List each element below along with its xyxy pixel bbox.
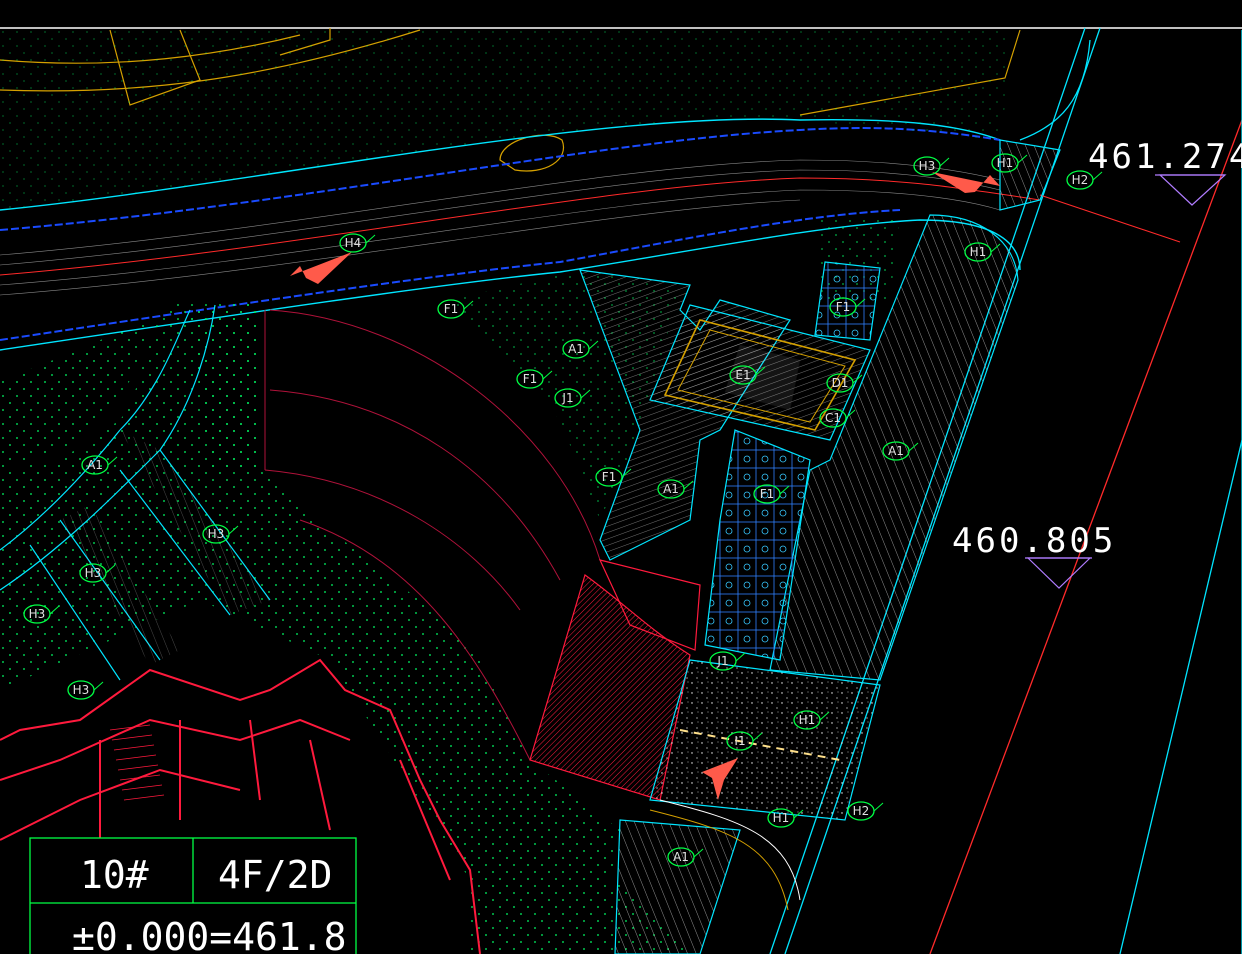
callout-label: H3 xyxy=(85,566,102,580)
cad-site-plan: 461.274 460.805 H4 H3 H1 H2 H1 F1 A1 F1 J1 F1 A1 E1… xyxy=(0,27,1242,954)
callout-leader xyxy=(873,802,884,812)
callout-label: H4 xyxy=(345,236,362,250)
elevation-marker-top: 461.274 xyxy=(1088,137,1242,206)
callout-label: A1 xyxy=(87,458,103,472)
callout-label: F1 xyxy=(444,302,459,316)
callout-tag-h2-bottom: H2 xyxy=(847,801,884,821)
elevation-value-top: 461.274 xyxy=(1088,137,1242,177)
callout-label: A1 xyxy=(663,482,679,496)
callout-label: A1 xyxy=(888,444,904,458)
callout-leader xyxy=(735,652,746,662)
elevation-value-mid: 460.805 xyxy=(952,521,1116,561)
callout-label: F1 xyxy=(836,300,851,314)
callout-label: H1 xyxy=(799,713,816,727)
callout-label: H3 xyxy=(73,683,90,697)
base-elevation: ±0.000=461.8 xyxy=(72,915,347,954)
callout-tag-h3-d: H3 xyxy=(67,680,104,700)
callout-label: H3 xyxy=(919,159,936,173)
callout-label: A1 xyxy=(568,342,584,356)
building-number: 10# xyxy=(80,853,149,897)
callout-tag-h4: H4 xyxy=(339,233,376,253)
stair xyxy=(109,724,165,801)
callout-label: F1 xyxy=(760,487,775,501)
callout-label: H3 xyxy=(208,527,225,541)
callout-leader xyxy=(365,234,376,244)
callout-label: H1 xyxy=(997,156,1014,170)
callout-label: D1 xyxy=(832,376,849,390)
callout-label: H3 xyxy=(29,607,46,621)
callout-label: H1 xyxy=(773,811,790,825)
callout-label: I1 xyxy=(734,734,745,748)
elevation-marker-mid: 460.805 xyxy=(952,521,1116,589)
title-block: 10# 4F/2D ±0.000=461.8 xyxy=(29,837,357,954)
callout-label: H1 xyxy=(970,245,987,259)
arrow-icon-road-left xyxy=(290,252,352,284)
callout-label: H2 xyxy=(853,804,870,818)
callout-label: F1 xyxy=(602,470,617,484)
callout-label: H2 xyxy=(1072,173,1089,187)
callout-label: C1 xyxy=(825,411,841,425)
callout-label: F1 xyxy=(523,372,538,386)
callout-label: J1 xyxy=(716,654,728,668)
callout-leader xyxy=(93,681,104,691)
callout-label: E1 xyxy=(735,368,750,382)
callout-tag-h3-top: H3 xyxy=(913,156,950,176)
callout-label: J1 xyxy=(561,391,573,405)
arrow-icon-road-top xyxy=(932,172,1000,193)
callout-leader xyxy=(939,157,950,167)
callout-label: A1 xyxy=(673,850,689,864)
floor-count: 4F/2D xyxy=(218,853,332,897)
